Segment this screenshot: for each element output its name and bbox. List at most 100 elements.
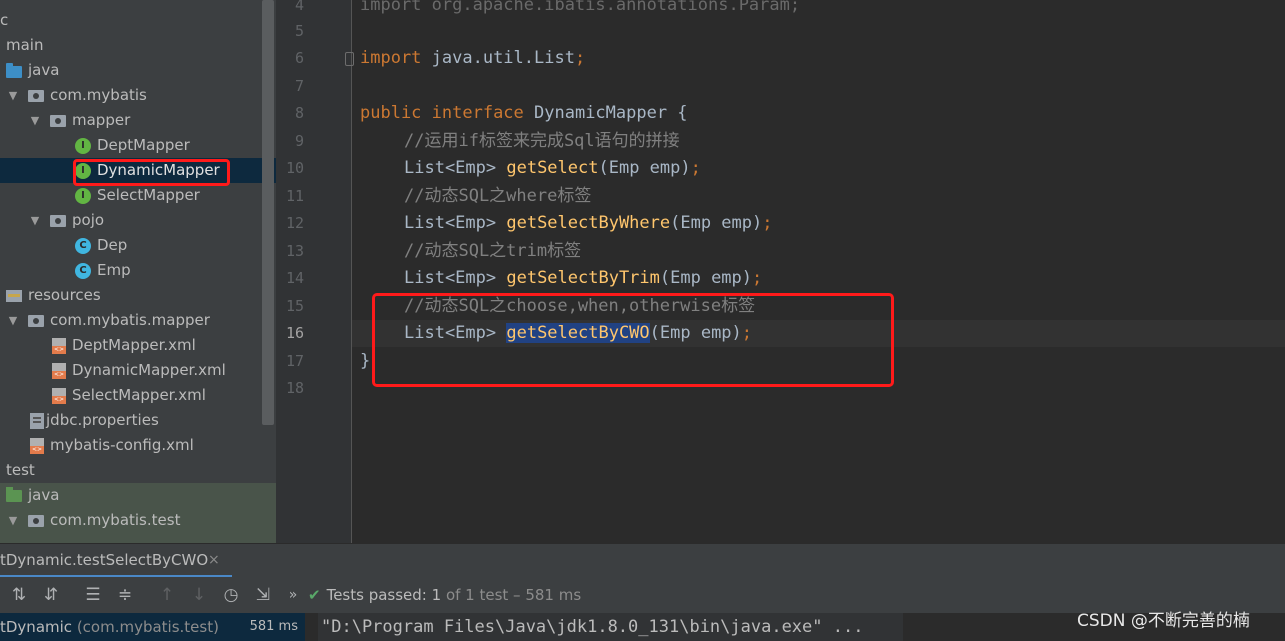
method-name: getSelectByWhere (506, 213, 671, 233)
line-number: 14 (285, 269, 304, 287)
tree-item-label: DeptMapper (97, 136, 190, 154)
tree-item-dep[interactable]: C Dep (0, 233, 276, 258)
code-comment: //动态SQL之where标签 (404, 186, 592, 206)
sidebar-scrollbar[interactable] (262, 0, 274, 425)
method-name: getSelect (506, 158, 599, 178)
xml-file-icon (52, 337, 66, 354)
previous-failed-icon[interactable]: ↑ (156, 584, 178, 606)
tree-item-label: jdbc.properties (46, 411, 159, 429)
package-icon (50, 114, 66, 127)
test-tree-node[interactable]: tDynamic (com.mybatis.test) 581 ms (0, 613, 305, 641)
tree-item-test-java[interactable]: java (0, 483, 276, 508)
code-closing-brace: } (360, 351, 371, 371)
line-number: 4 (294, 0, 304, 14)
chevron-down-icon[interactable]: ▼ (6, 308, 20, 333)
line-number: 6 (294, 49, 304, 67)
sort-by-duration-icon[interactable]: ⇵ (40, 584, 62, 606)
xml-file-icon (52, 387, 66, 404)
chevron-down-icon[interactable]: ▼ (6, 83, 20, 108)
code-line-getselectbywhere: List<Emp> getSelectByWhere(Emp emp); (404, 210, 773, 237)
code-text: DynamicMapper { (523, 103, 688, 123)
tree-item-partial: c (0, 8, 276, 33)
tree-item-mybatis-config-xml[interactable]: mybatis-config.xml (0, 433, 276, 458)
more-chevron-icon[interactable]: » (282, 584, 304, 606)
tree-item-label: main (6, 36, 44, 54)
line-number-current: 16 (285, 324, 304, 342)
project-tree-panel: c main java ▼ com.mybatis ▼ mapper I Dep… (0, 0, 276, 543)
history-clock-icon[interactable]: ◷ (220, 584, 242, 606)
line-number: 9 (294, 132, 304, 150)
class-icon: C (75, 237, 91, 254)
import-tests-icon[interactable]: ⇲ (252, 584, 274, 606)
run-tab-label: tDynamic.testSelectByCWO (0, 551, 209, 569)
run-tab[interactable]: tDynamic.testSelectByCWO (0, 544, 232, 576)
keyword: import (360, 48, 422, 68)
tree-item-label: com.mybatis (50, 86, 147, 104)
tree-item-label: Dep (97, 236, 128, 254)
resources-folder-icon (6, 289, 22, 302)
tree-item-mapper[interactable]: ▼ mapper (0, 108, 276, 133)
method-name: getSelectByTrim (506, 268, 660, 288)
class-icon: C (75, 262, 91, 279)
chevron-down-icon[interactable]: ▼ (6, 508, 20, 533)
tree-item-label: DynamicMapper.xml (72, 361, 226, 379)
package-icon (50, 214, 66, 227)
tree-item-resources[interactable]: resources (0, 283, 276, 308)
code-type: List<Emp> (404, 213, 507, 233)
line-number: 11 (285, 187, 304, 205)
tree-item-com-mybatis[interactable]: ▼ com.mybatis (0, 83, 276, 108)
test-folder-icon (6, 486, 22, 502)
code-line-import-param: import org.apache.ibatis.annotations.Par… (360, 0, 801, 15)
status-prefix: Tests passed: (326, 586, 432, 604)
line-number: 5 (294, 22, 304, 40)
tree-item-main[interactable]: main (0, 33, 276, 58)
package-icon (28, 314, 44, 327)
tree-item-selectmapper-xml[interactable]: SelectMapper.xml (0, 383, 276, 408)
tree-item-test[interactable]: test (0, 458, 276, 483)
package-icon (28, 89, 44, 102)
annotation-highlight-box (372, 293, 894, 387)
tree-item-com-mybatis-test[interactable]: ▼ com.mybatis.test (0, 508, 276, 533)
close-icon[interactable]: × (208, 544, 220, 576)
code-type: List<Emp> (404, 158, 507, 178)
tree-item-label: SelectMapper (97, 186, 200, 204)
tree-item-label: mybatis-config.xml (50, 436, 194, 454)
tree-item-label: resources (28, 286, 101, 304)
tree-item-com-mybatis-mapper[interactable]: ▼ com.mybatis.mapper (0, 308, 276, 333)
tree-item-label: com.mybatis.test (50, 511, 181, 529)
tree-item-java[interactable]: java (0, 58, 276, 83)
sort-alphabetically-icon[interactable]: ⇅ (8, 584, 30, 606)
tree-item-pojo[interactable]: ▼ pojo (0, 208, 276, 233)
chevron-down-icon[interactable]: ▼ (28, 208, 42, 233)
tree-item-selectmapper[interactable]: I SelectMapper (0, 183, 276, 208)
tree-item-deptmapper-xml[interactable]: DeptMapper.xml (0, 333, 276, 358)
code-line-getselect: List<Emp> getSelect(Emp emp); (404, 155, 701, 182)
collapse-all-icon[interactable]: ≑ (114, 584, 136, 606)
watermark: CSDN @不断完善的楠 (1077, 611, 1250, 631)
xml-file-icon (30, 437, 44, 454)
check-icon: ✔ (308, 586, 321, 604)
tree-item-jdbc-properties[interactable]: jdbc.properties (0, 408, 276, 433)
line-number: 18 (285, 379, 304, 397)
fold-marker-icon[interactable] (345, 52, 354, 66)
expand-all-icon[interactable]: ☰ (82, 584, 104, 606)
chevron-down-icon[interactable]: ▼ (28, 108, 42, 133)
tree-item-emp[interactable]: C Emp (0, 258, 276, 283)
console-output-line[interactable]: "D:\Program Files\Java\jdk1.8.0_131\bin\… (318, 613, 903, 641)
tree-item-label: test (6, 461, 35, 479)
tree-item-dynamicmapper-xml[interactable]: DynamicMapper.xml (0, 358, 276, 383)
code-args: (Emp emp) (598, 158, 691, 178)
next-failed-icon[interactable]: ↓ (188, 584, 210, 606)
code-line-getselectbytrim: List<Emp> getSelectByTrim(Emp emp); (404, 265, 762, 292)
tree-item-label: c (0, 11, 9, 29)
line-number: 13 (285, 242, 304, 260)
tree-item-deptmapper[interactable]: I DeptMapper (0, 133, 276, 158)
test-status: ✔ Tests passed: 1 of 1 test – 581 ms (308, 583, 581, 607)
status-detail: of 1 test – 581 ms (441, 586, 582, 604)
tree-item-label: Emp (97, 261, 131, 279)
test-node-duration: 581 ms (249, 619, 298, 634)
code-args: (Emp emp) (659, 268, 753, 288)
line-number: 15 (285, 297, 304, 315)
tree-item-label: mapper (72, 111, 131, 129)
run-tool-window-tabs: tDynamic.testSelectByCWO × (0, 543, 1285, 578)
